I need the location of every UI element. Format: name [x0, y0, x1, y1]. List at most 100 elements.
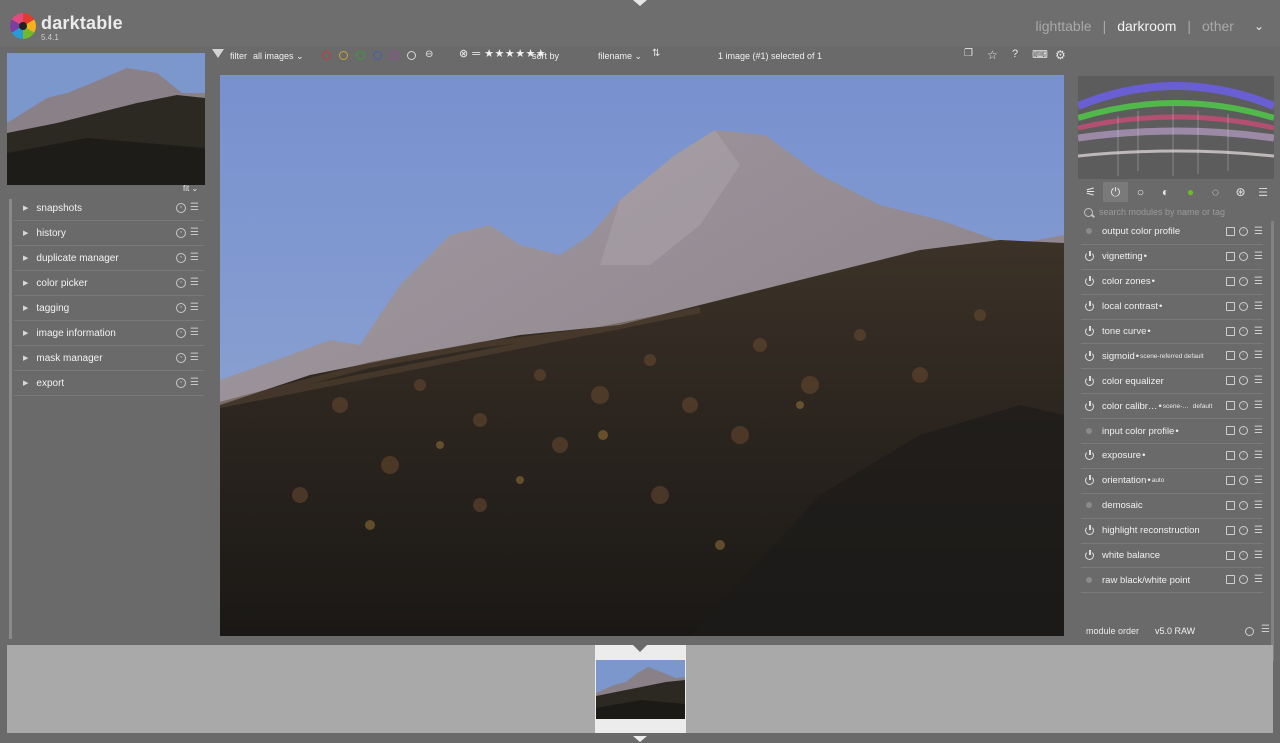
presets-menu-icon[interactable]: ☰ — [190, 327, 199, 338]
yellow-label-filter[interactable] — [339, 51, 348, 60]
reset-icon[interactable]: ◦ — [1239, 326, 1248, 336]
reset-icon[interactable]: ◦ — [1239, 475, 1248, 485]
color-group-icon[interactable]: ● — [1178, 182, 1203, 202]
power-icon[interactable] — [1084, 450, 1095, 461]
left-module-tagging[interactable]: ▶ tagging ◦ ☰ — [14, 296, 204, 321]
power-icon[interactable] — [1084, 350, 1095, 362]
power-icon[interactable] — [1084, 550, 1095, 561]
reset-icon[interactable]: ◦ — [1239, 451, 1248, 461]
red-label-filter[interactable] — [322, 51, 331, 60]
presets-menu-icon[interactable]: ☰ — [1254, 525, 1263, 535]
power-icon[interactable]: ⏻ — [1103, 182, 1128, 202]
reset-icon[interactable]: ◦ — [1239, 276, 1248, 286]
power-icon[interactable] — [1084, 525, 1095, 536]
multi-instance-icon[interactable] — [1226, 251, 1235, 261]
reset-icon[interactable]: ◦ — [1239, 301, 1248, 311]
multi-instance-icon[interactable] — [1226, 550, 1235, 560]
reset-icon[interactable]: ◦ — [1239, 401, 1248, 411]
filter-icon[interactable] — [212, 49, 224, 60]
reset-icon[interactable]: ◦ — [1239, 550, 1248, 560]
reset-icon[interactable]: ◦ — [176, 278, 186, 288]
effect-group-icon[interactable]: ⊛ — [1228, 182, 1253, 202]
presets-menu-icon[interactable]: ☰ — [1261, 624, 1270, 635]
presets-menu-icon[interactable]: ☰ — [1254, 426, 1263, 436]
reset-icon[interactable]: ◦ — [176, 353, 186, 363]
multi-instance-icon[interactable] — [1226, 276, 1235, 286]
reset-icon[interactable]: ◦ — [1239, 575, 1248, 585]
navigation-thumbnail[interactable] — [7, 53, 205, 185]
power-icon[interactable] — [1084, 375, 1095, 387]
power-icon[interactable] — [1084, 475, 1095, 486]
multi-instance-icon[interactable] — [1226, 525, 1235, 535]
left-module-duplicate-manager[interactable]: ▶ duplicate manager ◦ ☰ — [14, 246, 204, 271]
power-icon[interactable] — [1084, 251, 1095, 262]
base-group-icon[interactable]: ○ — [1128, 182, 1153, 202]
module-search-input[interactable] — [1099, 207, 1259, 217]
filmstrip-thumbnail[interactable] — [595, 645, 686, 733]
reset-icon[interactable]: ◦ — [176, 228, 186, 238]
left-module-export[interactable]: ▶ export ◦ ☰ — [14, 371, 204, 396]
power-icon[interactable] — [1084, 400, 1095, 412]
presets-menu-icon[interactable]: ☰ — [1254, 376, 1263, 386]
presets-menu-icon[interactable]: ☰ — [1254, 401, 1263, 411]
presets-menu-icon[interactable]: ☰ — [1254, 326, 1263, 336]
presets-menu-icon[interactable]: ☰ — [190, 277, 199, 288]
blue-label-filter[interactable] — [373, 51, 382, 60]
power-icon[interactable] — [1084, 301, 1095, 312]
gray-label-filter[interactable] — [407, 51, 416, 60]
multi-instance-icon[interactable] — [1226, 401, 1235, 411]
view-other[interactable]: other — [1202, 18, 1234, 34]
module-tone-curve[interactable]: tone curve • ◦ ☰ — [1081, 320, 1263, 345]
module-exposure[interactable]: exposure • ◦ ☰ — [1081, 444, 1263, 469]
always-on-icon[interactable] — [1084, 500, 1095, 511]
reset-icon[interactable]: ◦ — [176, 303, 186, 313]
presets-menu-icon[interactable]: ☰ — [1254, 276, 1263, 286]
presets-menu-icon[interactable]: ☰ — [1254, 451, 1263, 461]
module-input-color-profile[interactable]: input color profile • ◦ ☰ — [1081, 419, 1263, 445]
presets-menu-icon[interactable]: ☰ — [1254, 550, 1263, 560]
module-vignetting[interactable]: vignetting • ◦ ☰ — [1081, 245, 1263, 270]
multi-instance-icon[interactable] — [1226, 500, 1235, 510]
presets-menu-icon[interactable]: ☰ — [190, 302, 199, 313]
shortcuts-icon[interactable]: ⌨ — [1032, 48, 1048, 61]
tone-group-icon[interactable]: ◐ — [1153, 182, 1178, 202]
presets-menu-icon[interactable]: ☰ — [1254, 351, 1263, 361]
always-on-icon[interactable] — [1084, 226, 1095, 237]
collapse-bottom-panel-arrow[interactable] — [633, 736, 647, 742]
multi-instance-icon[interactable] — [1226, 475, 1235, 485]
filter-dropdown[interactable]: all images ⌄ — [253, 51, 304, 62]
view-lighttable[interactable]: lighttable — [1036, 18, 1092, 34]
reset-icon[interactable]: ◦ — [1239, 227, 1248, 236]
left-panel-scrollbar[interactable] — [9, 199, 12, 639]
gear-icon[interactable]: ⚙ — [1055, 48, 1066, 62]
module-color-equalizer[interactable]: color equalizer ◦ ☰ — [1081, 369, 1263, 395]
module-local-contrast[interactable]: local contrast • ◦ ☰ — [1081, 295, 1263, 320]
module-demosaic[interactable]: demosaic ◦ ☰ — [1081, 494, 1263, 519]
reset-icon[interactable]: ◦ — [1239, 500, 1248, 510]
presets-menu-icon[interactable]: ☰ — [1254, 475, 1263, 485]
main-image-canvas[interactable] — [220, 75, 1064, 636]
purple-label-filter[interactable] — [390, 51, 399, 60]
left-module-image-information[interactable]: ▶ image information ◦ ☰ — [14, 321, 204, 346]
multi-instance-icon[interactable] — [1226, 227, 1235, 236]
power-icon[interactable] — [1084, 326, 1095, 337]
presets-menu-icon[interactable]: ☰ — [190, 202, 199, 213]
presets-menu-icon[interactable]: ☰ — [1254, 227, 1263, 237]
presets-menu-icon[interactable]: ☰ — [1254, 301, 1263, 311]
presets-menu-icon[interactable]: ☰ — [190, 227, 199, 238]
reset-icon[interactable]: ◦ — [1239, 426, 1248, 436]
reset-icon[interactable]: ◦ — [1239, 351, 1248, 361]
presets-menu-icon[interactable]: ☰ — [190, 352, 199, 363]
always-on-icon[interactable] — [1084, 575, 1095, 586]
reset-icon[interactable]: ◦ — [176, 253, 186, 263]
quick-access-icon[interactable]: ⚟ — [1078, 182, 1103, 202]
multi-instance-icon[interactable] — [1226, 351, 1235, 361]
module-orientation[interactable]: orientation • auto ◦ ☰ — [1081, 469, 1263, 494]
overlays-icon[interactable]: ❐ — [964, 48, 973, 59]
left-module-mask-manager[interactable]: ▶ mask manager ◦ ☰ — [14, 346, 204, 371]
presets-menu-icon[interactable]: ☰ — [1258, 186, 1268, 199]
module-sigmoid[interactable]: sigmoid • scene-referred default ◦ ☰ — [1081, 344, 1263, 370]
presets-menu-icon[interactable]: ☰ — [190, 377, 199, 388]
module-color-zones[interactable]: color zones • ◦ ☰ — [1081, 270, 1263, 295]
power-icon[interactable] — [1084, 276, 1095, 287]
